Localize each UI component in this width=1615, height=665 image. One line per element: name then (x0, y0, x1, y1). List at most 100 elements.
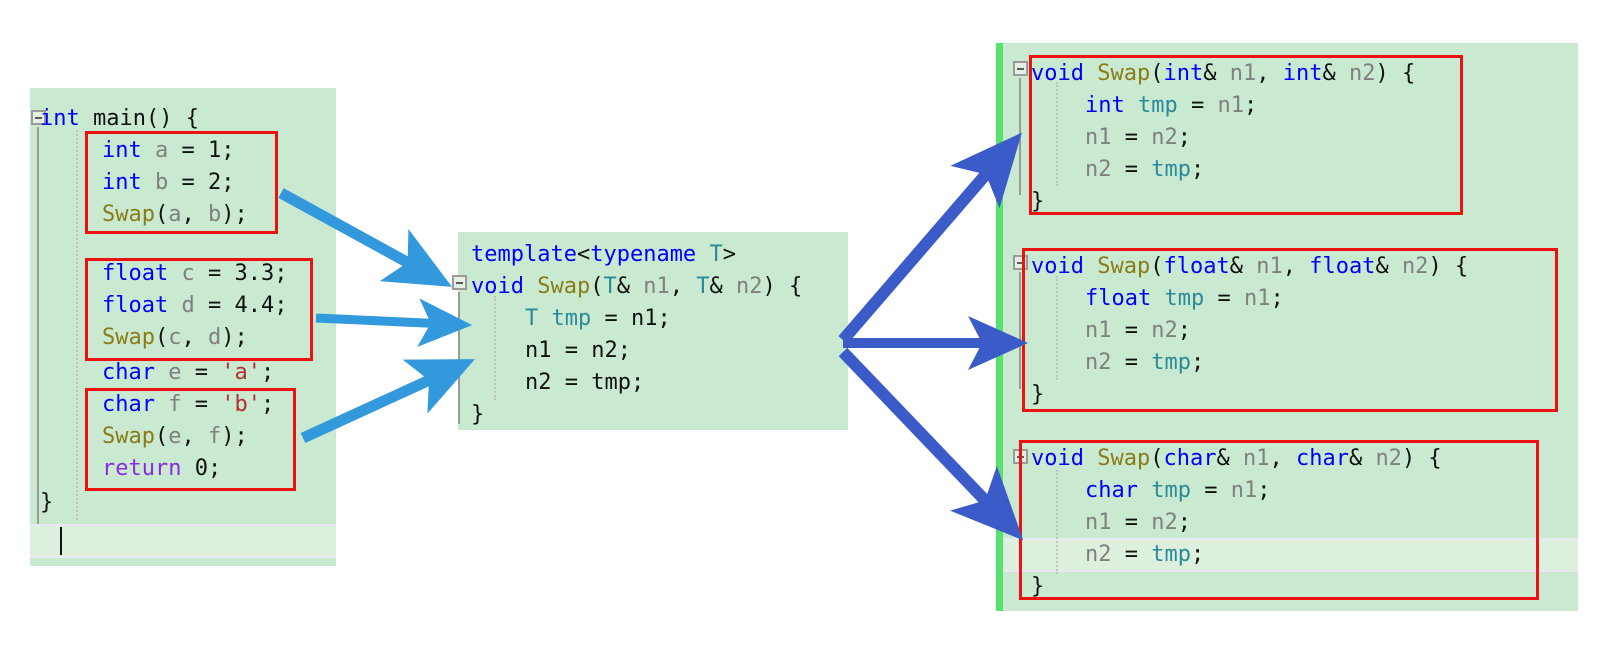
code-token: n2 (1151, 510, 1178, 535)
code-token: n1 (1085, 510, 1112, 535)
code-line[interactable]: } (1031, 379, 1044, 411)
code-token: tmp (1151, 157, 1191, 182)
code-line[interactable]: int main() { (40, 103, 199, 135)
code-token: ; (1244, 93, 1258, 118)
code-token: & (1348, 446, 1376, 471)
code-token: n2 (1375, 446, 1402, 471)
collapse-toggle-swap-float[interactable] (1013, 255, 1028, 270)
code-line[interactable]: n2 = tmp; (1085, 347, 1204, 379)
code-token: T (709, 242, 723, 267)
code-token: } (1031, 574, 1045, 599)
code-token: n2 (525, 370, 552, 395)
code-token: Swap (102, 325, 155, 350)
code-line[interactable]: template<typename T> (471, 239, 736, 271)
code-line[interactable]: float d = 4.4; (102, 290, 287, 322)
collapse-toggle-swap-int[interactable] (1013, 61, 1028, 76)
code-line[interactable]: } (471, 399, 484, 431)
collapse-toggle-template[interactable] (452, 275, 467, 290)
code-token: n1 (1242, 446, 1270, 471)
code-line[interactable]: float tmp = n1; (1085, 283, 1284, 315)
code-token: n2 (1151, 318, 1178, 343)
code-token: = (1111, 542, 1152, 567)
code-line[interactable]: n2 = tmp; (1085, 539, 1204, 571)
code-token: float (1163, 254, 1230, 279)
collapse-region-bar-swap-float (1019, 272, 1021, 389)
code-token: c (181, 261, 195, 286)
code-token: ; (1191, 542, 1205, 567)
code-line[interactable]: char e = 'a'; (102, 357, 274, 389)
code-token: int (1085, 93, 1125, 118)
code-line[interactable]: Swap(a, b); (102, 199, 248, 231)
code-token: void (1031, 61, 1084, 86)
code-line[interactable]: n1 = n2; (1085, 122, 1191, 154)
code-line[interactable]: n2 = tmp; (525, 367, 644, 399)
code-line[interactable]: } (40, 487, 53, 519)
code-token: return (102, 456, 182, 481)
code-line[interactable]: void Swap(float& n1, float& n2) { (1031, 251, 1468, 283)
code-token: = (1204, 286, 1244, 311)
code-token: ; (1177, 125, 1191, 150)
code-token: ; (1270, 286, 1284, 311)
code-line[interactable]: } (1031, 186, 1044, 218)
code-token: tmp (551, 306, 592, 331)
code-line[interactable]: n1 = n2; (1085, 507, 1191, 539)
code-line[interactable]: Swap(e, f); (102, 421, 248, 453)
code-line[interactable]: return 0; (102, 453, 221, 485)
code-token: ; (631, 370, 645, 395)
code-token: 1 (208, 138, 222, 163)
code-line[interactable]: char tmp = n1; (1085, 475, 1270, 507)
code-token: n1 (631, 306, 658, 331)
code-token: n1 (1085, 318, 1112, 343)
indent-guide-template (494, 296, 496, 400)
code-token: ; (1191, 157, 1205, 182)
code-token: & (1322, 61, 1349, 86)
code-token: int (1163, 61, 1204, 86)
code-token: ; (1257, 478, 1271, 503)
code-line[interactable]: char f = 'b'; (102, 389, 274, 421)
code-token: a (168, 202, 182, 227)
code-line[interactable]: void Swap(char& n1, char& n2) { (1031, 443, 1442, 475)
code-line[interactable]: } (1031, 571, 1044, 603)
code-token: f (207, 424, 222, 449)
code-token: , (181, 202, 208, 227)
code-token: & (1216, 446, 1243, 471)
code-line[interactable]: int b = 2; (102, 167, 235, 199)
code-line[interactable]: n2 = tmp; (1085, 154, 1204, 186)
code-line[interactable]: T tmp = n1; (525, 303, 671, 335)
code-token: void (1031, 446, 1084, 471)
code-token: n2 (735, 274, 763, 299)
code-line[interactable]: Swap(c, d); (102, 322, 248, 354)
code-line[interactable]: n1 = n2; (1085, 315, 1191, 347)
collapse-toggle-swap-char[interactable] (1013, 449, 1028, 464)
code-token: & (1203, 61, 1230, 86)
code-token: int (102, 170, 142, 195)
code-line[interactable]: int a = 1; (102, 135, 235, 167)
code-token: = (168, 170, 208, 195)
code-token: = (1111, 510, 1152, 535)
code-token: Swap (537, 274, 591, 299)
code-token: < (576, 242, 591, 267)
code-line[interactable]: float c = 3.3; (102, 258, 287, 290)
code-line[interactable]: void Swap(int& n1, int& n2) { (1031, 58, 1415, 90)
code-token: = (194, 261, 235, 286)
code-token: & (709, 274, 736, 299)
code-line[interactable]: n1 = n2; (525, 335, 631, 367)
code-line[interactable]: int tmp = n1; (1085, 90, 1257, 122)
code-token: , (1256, 61, 1283, 86)
code-token: = (168, 138, 208, 163)
code-token: int (102, 138, 142, 163)
code-line[interactable]: void Swap(T& n1, T& n2) { (471, 271, 802, 303)
code-token: = (194, 293, 235, 318)
code-token: n2 (1085, 542, 1112, 567)
code-token: ; (207, 456, 222, 481)
collapse-region-bar-swap-char (1019, 466, 1021, 583)
code-token: ( (1150, 254, 1164, 279)
code-token: } (1031, 189, 1045, 214)
